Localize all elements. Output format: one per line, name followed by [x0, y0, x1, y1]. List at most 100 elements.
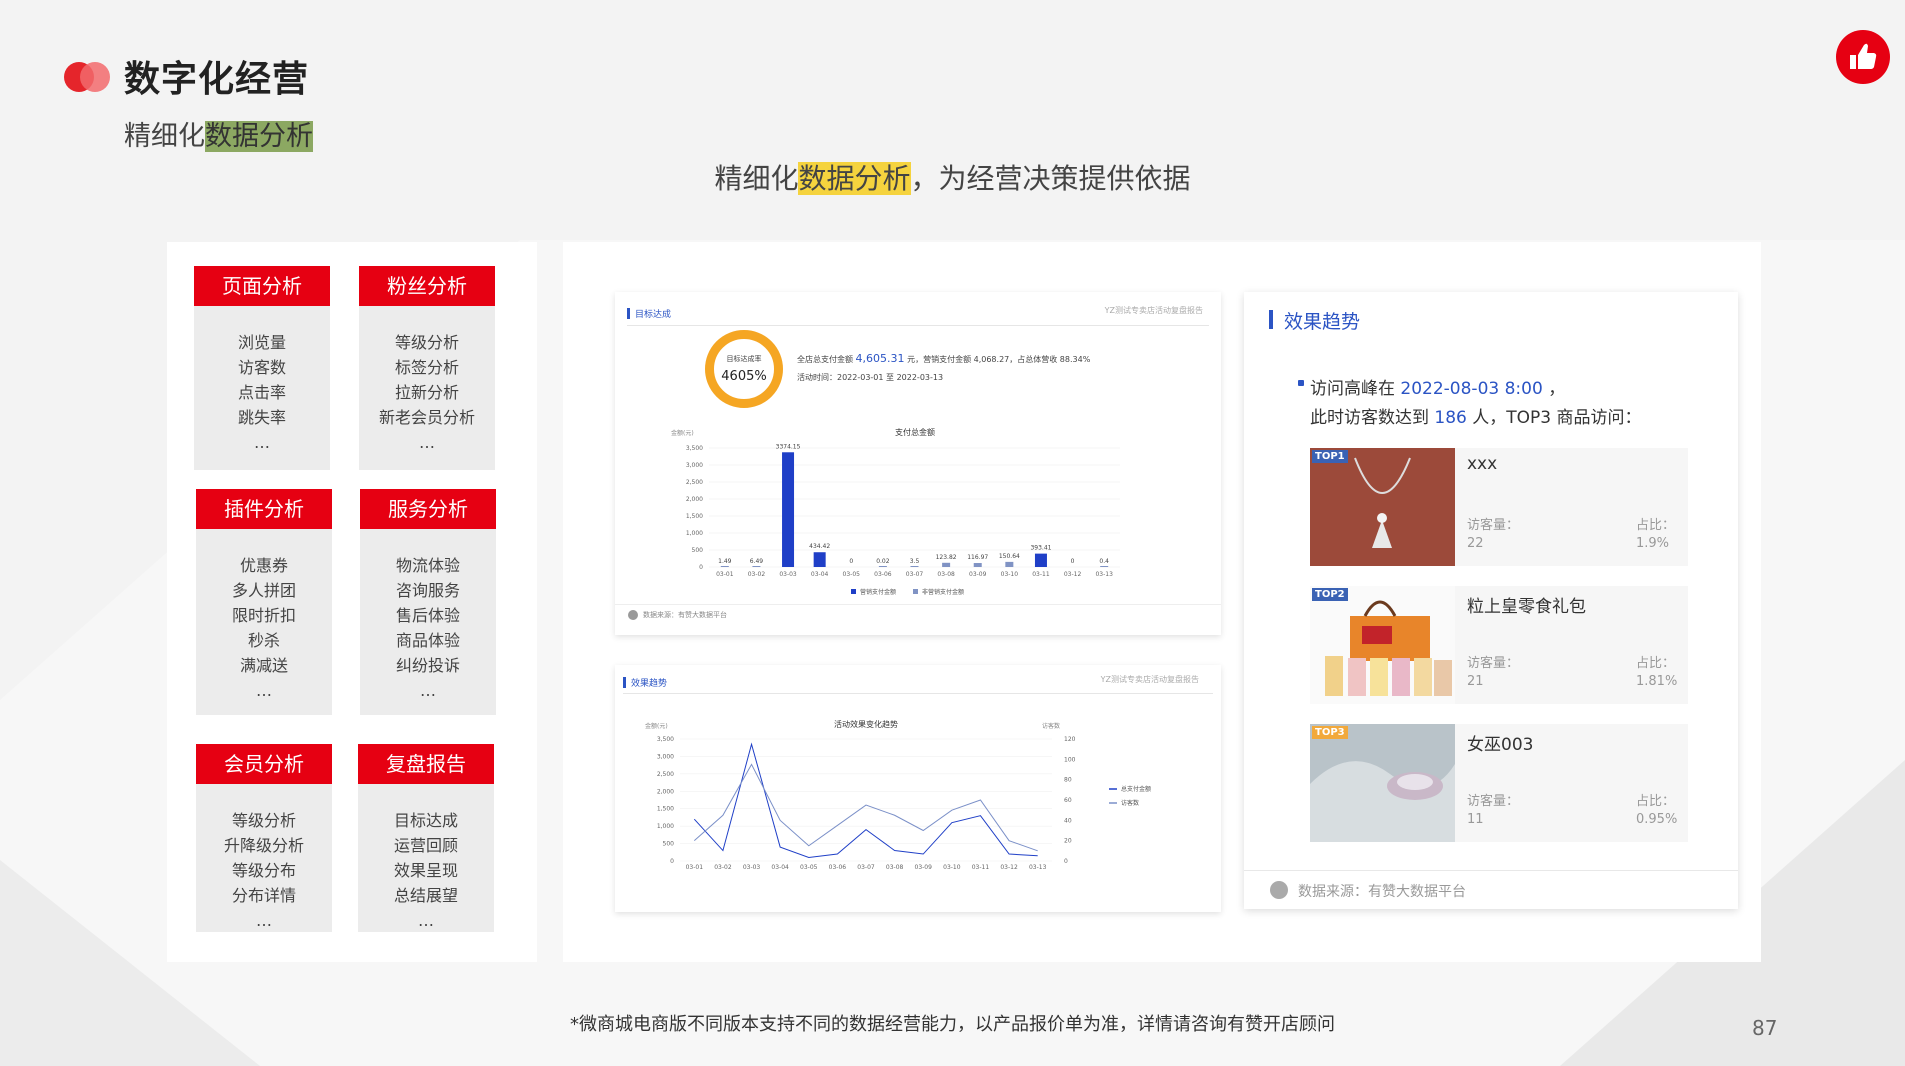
data-label: 150.64 — [999, 553, 1020, 560]
payment-bar-chart: 金额(元) 支付总金额 0 500 1,000 1,500 2,000 2,500 3,000 3… — [671, 427, 1120, 596]
visits-value: 22 — [1467, 536, 1484, 551]
data-label: 393.41 — [1030, 545, 1051, 552]
data-label: 116.97 — [967, 554, 988, 561]
y-tick-label: 500 — [692, 547, 704, 554]
card-item: 访客数 — [237, 358, 286, 377]
x-tick-label: 03-10 — [1001, 571, 1019, 578]
y-tick-label: 2,000 — [686, 496, 703, 503]
card-item: 限时折扣 — [231, 606, 296, 625]
top-product-card[interactable]: TOP2 粒上皇零食礼包 访客量： 21 占比： 1.81% — [1310, 586, 1688, 704]
top-product-card[interactable]: TOP3 女巫003 访客量： 11 占比： 0.95% — [1310, 724, 1688, 842]
y2-axis-label: 访客数 — [1042, 722, 1060, 730]
card-item: … — [420, 681, 436, 700]
x-tick-label: 03-05 — [800, 864, 818, 871]
x-tick-label: 03-13 — [1029, 864, 1047, 871]
peak-visit-line: 访问高峰在 2022-08-03 8:00 ， — [1310, 374, 1565, 399]
x-tick-label: 03-08 — [886, 864, 904, 871]
share-label: 占比： — [1636, 794, 1676, 809]
card-title: 粉丝分析 — [359, 266, 495, 306]
x-tick-label: 03-07 — [906, 571, 924, 578]
analysis-card: 服务分析物流体验 咨询服务 售后体验 商品体验 纠纷投诉… — [360, 489, 496, 715]
card-item: 物流体验 — [395, 556, 460, 575]
data-source: 数据来源：有赞大数据平台 — [643, 611, 727, 619]
analysis-card: 复盘报告目标达成 运营回顾 效果呈现 总结展望… — [358, 744, 494, 932]
section-tagline: 精细化数据分析，为经营决策提供依据 — [0, 157, 1905, 197]
y-tick-label: 0 — [699, 564, 703, 571]
bar-non-marketing — [910, 566, 919, 567]
card-items: 等级分析 标签分析 拉新分析 新老会员分析… — [359, 330, 495, 455]
bullet-icon — [1298, 380, 1304, 386]
card-item: 等级分析 — [394, 333, 459, 352]
card-item: … — [254, 433, 270, 452]
analysis-card: 页面分析 浏览量 访客数 点击率 跳失率… — [194, 266, 330, 470]
visits-label: 访客量： — [1467, 656, 1520, 671]
card-item: 目标达成 — [393, 811, 458, 830]
section-marker — [1269, 310, 1273, 329]
necklace-product-image — [1310, 448, 1455, 566]
x-tick-label: 03-07 — [857, 864, 875, 871]
card-item: 跳失率 — [237, 408, 286, 427]
y-tick-label: 1,000 — [657, 823, 674, 830]
x-tick-label: 03-05 — [843, 571, 861, 578]
bar-non-marketing — [1005, 561, 1014, 567]
y-axis-label: 金额(元) — [645, 722, 668, 730]
y2-tick-label: 100 — [1064, 756, 1076, 763]
x-tick-label: 03-02 — [748, 571, 766, 578]
card-items: 等级分析 升降级分析 等级分布 分布详情… — [196, 808, 332, 933]
visits-value: 11 — [1467, 812, 1484, 827]
data-label: 3374.15 — [776, 443, 801, 450]
bar-marketing — [1034, 553, 1047, 567]
card-items: 浏览量 访客数 点击率 跳失率… — [194, 330, 330, 455]
bar-non-marketing — [720, 566, 729, 567]
card-items: 物流体验 咨询服务 售后体验 商品体验 纠纷投诉… — [360, 553, 496, 703]
card-item: 满减送 — [239, 656, 288, 675]
bar-non-marketing — [973, 563, 982, 567]
y-tick-label: 3,500 — [686, 445, 703, 452]
card-item: … — [418, 911, 434, 930]
bar-non-marketing — [942, 562, 951, 567]
bar-marketing — [782, 452, 795, 567]
top-product-card[interactable]: TOP1 xxx 访客量： 22 占比： 1.9% — [1310, 448, 1688, 566]
visitor-count-line: 此时访客数达到 186 人，TOP3 商品访问： — [1310, 403, 1642, 428]
data-label: 6.49 — [750, 558, 764, 565]
tagline-prefix: 精细化 — [714, 162, 799, 195]
effect-trend-title: 效果趋势 — [1284, 311, 1361, 333]
x-tick-label: 03-09 — [969, 571, 987, 578]
page-number: 87 — [1752, 1016, 1778, 1040]
x-tick-label: 03-12 — [1000, 864, 1018, 871]
card-item: 等级分布 — [231, 861, 296, 880]
chart-title: 活动效果变化趋势 — [834, 719, 898, 729]
peak-time: 2022-08-03 8:00 — [1400, 379, 1543, 399]
data-label: 0.4 — [1099, 558, 1109, 565]
x-tick-label: 03-06 — [829, 864, 847, 871]
subtitle-plain: 精细化 — [124, 121, 205, 152]
bar-non-marketing — [878, 566, 887, 567]
share-label: 占比： — [1636, 656, 1676, 671]
visits-value: 21 — [1467, 674, 1484, 689]
card-item: … — [256, 911, 272, 930]
card-item: 优惠券 — [239, 556, 288, 575]
y2-tick-label: 40 — [1064, 817, 1072, 824]
legend-label: 总支付金额 — [1121, 785, 1151, 793]
x-tick-label: 03-03 — [779, 571, 797, 578]
share-value: 0.95% — [1636, 812, 1678, 827]
card-items: 目标达成 运营回顾 效果呈现 总结展望… — [358, 808, 494, 933]
x-tick-label: 03-04 — [811, 571, 829, 578]
analysis-card: 会员分析 等级分析 升降级分析 等级分布 分布详情… — [196, 744, 332, 932]
y2-tick-label: 120 — [1064, 736, 1076, 743]
subtitle-highlight: 数据分析 — [205, 121, 313, 152]
legend-marker — [913, 589, 918, 594]
card-item: 多人拼团 — [231, 581, 296, 600]
card-title: 复盘报告 — [358, 744, 494, 784]
data-label: 0 — [849, 558, 853, 565]
card-title: 插件分析 — [196, 489, 332, 529]
data-label: 123.82 — [936, 554, 957, 561]
y-tick-label: 3,500 — [657, 736, 674, 743]
analysis-card: 插件分析 优惠券 多人拼团 限时折扣 秒杀 满减送… — [196, 489, 332, 715]
y-tick-label: 0 — [670, 858, 674, 865]
rank-badge: TOP1 — [1312, 450, 1348, 463]
card-title: 服务分析 — [360, 489, 496, 529]
peak-suffix: ， — [1548, 379, 1566, 399]
x-tick-label: 03-13 — [1095, 571, 1113, 578]
bar-marketing — [813, 552, 826, 567]
